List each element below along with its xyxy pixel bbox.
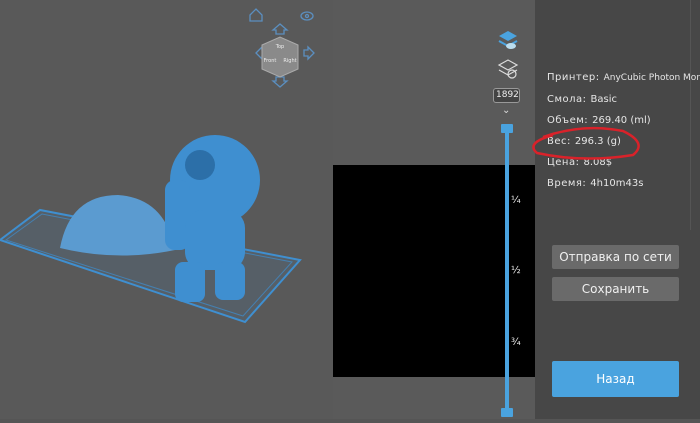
layers-hidden-icon[interactable]	[497, 59, 519, 79]
layers-visible-icon[interactable]	[498, 31, 518, 49]
dome-model	[60, 195, 175, 256]
eye-icon	[300, 11, 314, 21]
layer-number-input[interactable]: 1892	[493, 88, 520, 103]
info-panel: Принтер:AnyCubic Photon Mono X Смола:Bas…	[532, 0, 700, 419]
slider-mark: ½	[511, 265, 521, 276]
slider-mark: ¼	[511, 195, 521, 206]
arrow-down-icon	[271, 76, 289, 88]
arrow-right-icon	[303, 45, 315, 61]
resin-info: Смола: Basic	[547, 94, 618, 105]
cube-right[interactable]: Right	[283, 58, 296, 64]
cube-top[interactable]: Top	[275, 44, 284, 50]
cube-front[interactable]: Front	[264, 58, 277, 64]
layer-slider[interactable]	[505, 128, 509, 412]
viewcube[interactable]: Top Front Right	[240, 5, 320, 90]
time-info: Время: 4h10m43s	[547, 178, 644, 189]
chevron-down-icon[interactable]: ⌄	[502, 105, 510, 116]
arrow-up-icon	[271, 23, 289, 35]
slider-bottom-handle[interactable]	[501, 408, 513, 417]
save-button[interactable]: Сохранить	[552, 277, 679, 301]
red-annotation-circle	[532, 126, 640, 160]
home-icon	[249, 8, 263, 22]
layer-panel: 1892 ⌄ ¼ ½ ¾	[333, 0, 535, 419]
send-network-button[interactable]: Отправка по сети	[552, 245, 679, 269]
printer-info: Принтер:AnyCubic Photon Mono X	[547, 72, 700, 83]
back-button[interactable]: Назад	[552, 361, 679, 397]
slider-mark: ¾	[511, 337, 521, 348]
slider-top-handle[interactable]	[501, 124, 513, 133]
3d-viewport[interactable]: Top Front Right	[0, 0, 333, 419]
